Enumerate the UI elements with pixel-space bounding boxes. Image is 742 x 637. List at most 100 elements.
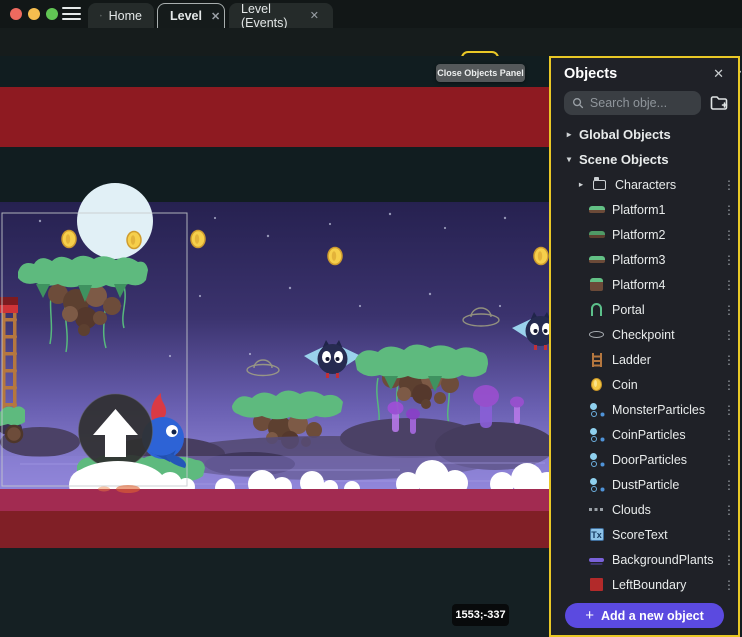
object-menu-icon[interactable]: ⋮ [720, 453, 738, 467]
chevron-right-icon[interactable]: ▸ [564, 129, 574, 140]
tooltip-text: Close Objects Panel [437, 68, 524, 78]
object-menu-icon[interactable]: ⋮ [720, 578, 738, 592]
tab-close-icon[interactable]: ✕ [209, 9, 222, 24]
object-row-monsterparticles[interactable]: MonsterParticles⋮ [551, 397, 738, 422]
section-label: Scene Objects [579, 152, 738, 167]
menu-hamburger-icon[interactable] [62, 7, 81, 21]
object-row-checkpoint[interactable]: Checkpoint⋮ [551, 322, 738, 347]
object-row-doorparticles[interactable]: DoorParticles⋮ [551, 447, 738, 472]
object-label: Characters [615, 178, 720, 192]
scene-editor-canvas[interactable]: 1553;-337 [0, 56, 549, 637]
object-label: CoinParticles [612, 428, 720, 442]
object-row-coin[interactable]: Coin⋮ [551, 372, 738, 397]
object-menu-icon[interactable]: ⋮ [720, 253, 738, 267]
object-row-backgroundplants[interactable]: BackgroundPlants⋮ [551, 547, 738, 572]
object-row-ladder[interactable]: Ladder⋮ [551, 347, 738, 372]
object-label: Portal [612, 303, 720, 317]
clouds-thumbnail-icon [589, 508, 605, 511]
window-minimize-button[interactable] [28, 8, 40, 20]
tab-level[interactable]: Level ✕ [157, 3, 225, 28]
object-menu-icon[interactable]: ⋮ [720, 528, 738, 542]
object-menu-icon[interactable]: ⋮ [720, 403, 738, 417]
top-boundary-band [0, 87, 549, 147]
add-new-object-button[interactable]: + Add a new object [565, 603, 724, 628]
tab-close-icon[interactable]: ✕ [308, 8, 321, 23]
object-label: Platform2 [612, 228, 720, 242]
lava-glow [98, 487, 110, 492]
plus-icon: + [585, 607, 594, 624]
object-row-scoretext[interactable]: TxScoreText⋮ [551, 522, 738, 547]
object-label: Ladder [612, 353, 720, 367]
object-menu-icon[interactable]: ⋮ [720, 228, 738, 242]
object-menu-icon[interactable]: ⋮ [720, 553, 738, 567]
window-zoom-button[interactable] [46, 8, 58, 20]
object-label: Platform3 [612, 253, 720, 267]
object-label: Checkpoint [612, 328, 720, 342]
object-menu-icon[interactable]: ⋮ [720, 378, 738, 392]
moon-sprite[interactable] [77, 183, 153, 259]
particles-thumbnail-icon [589, 452, 605, 467]
object-label: Coin [612, 378, 720, 392]
coin-thumbnail-icon [591, 378, 602, 391]
objects-panel-title: Objects [564, 66, 709, 82]
object-row-dustparticle[interactable]: DustParticle⋮ [551, 472, 738, 497]
particles-thumbnail-icon [589, 477, 605, 492]
object-label: Platform1 [612, 203, 720, 217]
folder-icon [593, 180, 606, 190]
object-menu-icon[interactable]: ⋮ [720, 428, 738, 442]
search-icon [572, 96, 584, 110]
section-global-objects[interactable]: ▸Global Objects [551, 122, 738, 147]
object-row-platform4[interactable]: Platform4⋮ [551, 272, 738, 297]
boundary-thumbnail-icon [590, 578, 603, 591]
chevron-down-icon[interactable]: ▾ [564, 154, 574, 165]
object-row-platform1[interactable]: Platform1⋮ [551, 197, 738, 222]
object-menu-icon[interactable]: ⋮ [720, 353, 738, 367]
tab-bar: Home Level ✕ Level (Events) ✕ [0, 0, 742, 28]
object-label: LeftBoundary [612, 578, 720, 592]
object-menu-icon[interactable]: ⋮ [720, 203, 738, 217]
toolbar: Preview Share [0, 28, 742, 56]
object-row-platform3[interactable]: Platform3⋮ [551, 247, 738, 272]
search-input[interactable] [590, 96, 693, 110]
plants-thumbnail-icon [589, 558, 604, 562]
bottom-band-darkred [0, 511, 549, 548]
tab-home[interactable]: Home [88, 3, 154, 28]
object-menu-icon[interactable]: ⋮ [720, 178, 738, 192]
platform-thumbnail-icon [589, 231, 605, 238]
object-menu-icon[interactable]: ⋮ [720, 278, 738, 292]
close-icon[interactable]: ✕ [709, 64, 728, 84]
particles-thumbnail-icon [589, 427, 605, 442]
object-menu-icon[interactable]: ⋮ [720, 328, 738, 342]
object-row-portal[interactable]: Portal⋮ [551, 297, 738, 322]
object-menu-icon[interactable]: ⋮ [720, 478, 738, 492]
object-menu-icon[interactable]: ⋮ [720, 503, 738, 517]
jump-arrow-control[interactable] [79, 394, 153, 468]
chevron-right-icon[interactable]: ▸ [576, 179, 586, 190]
object-row-characters[interactable]: ▸ Characters⋮ [551, 172, 738, 197]
object-label: Platform4 [612, 278, 720, 292]
text-thumbnail-icon: Tx [590, 528, 604, 541]
window-close-button[interactable] [10, 8, 22, 20]
home-icon [100, 9, 102, 22]
object-row-clouds[interactable]: Clouds⋮ [551, 497, 738, 522]
particles-thumbnail-icon [589, 402, 605, 417]
object-search-box[interactable] [564, 91, 701, 115]
cursor-coordinates-badge: 1553;-337 [452, 604, 509, 626]
add-folder-icon[interactable] [708, 92, 730, 114]
platform-thumbnail-icon [589, 206, 605, 213]
object-label: BackgroundPlants [612, 553, 720, 567]
tooltip-close-objects-panel: Close Objects Panel [436, 64, 525, 82]
object-row-coinparticles[interactable]: CoinParticles⋮ [551, 422, 738, 447]
object-row-leftboundary[interactable]: LeftBoundary⋮ [551, 572, 738, 597]
platform-thumbnail-icon [590, 278, 603, 291]
tab-level-events[interactable]: Level (Events) ✕ [229, 3, 333, 28]
section-scene-objects[interactable]: ▾ Scene Objects [551, 147, 738, 172]
objects-panel-header: Objects ✕ [551, 58, 738, 88]
bottom-band-crimson [0, 489, 549, 511]
object-menu-icon[interactable]: ⋮ [720, 303, 738, 317]
tab-label: Level (Events) [241, 2, 301, 30]
left-boundary-block[interactable] [0, 297, 18, 313]
object-row-platform2[interactable]: Platform2⋮ [551, 222, 738, 247]
ladder-thumbnail-icon [592, 353, 602, 367]
platform-thumbnail-icon [589, 256, 605, 263]
